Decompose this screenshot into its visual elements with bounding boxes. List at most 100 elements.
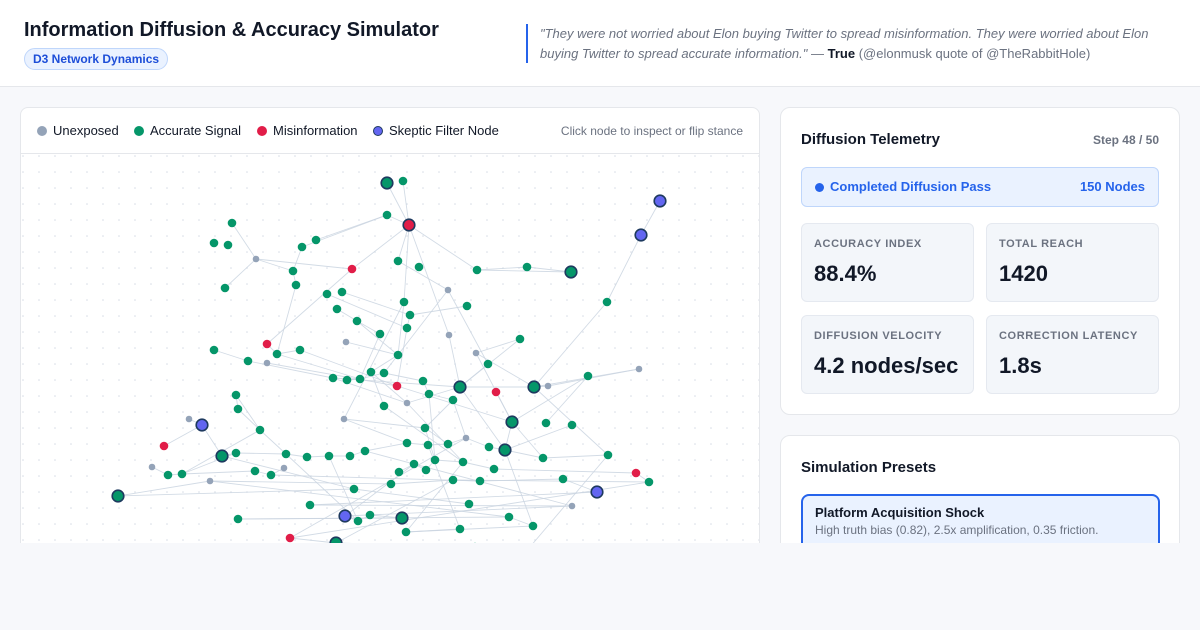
node-unexposed[interactable] xyxy=(340,415,348,423)
node-accurate[interactable] xyxy=(484,442,494,452)
node-unexposed[interactable] xyxy=(635,365,643,373)
node-skeptic[interactable] xyxy=(653,194,667,208)
node-accurate[interactable] xyxy=(382,210,392,220)
node-accurate[interactable] xyxy=(430,455,440,465)
node-hub-accurate[interactable] xyxy=(453,380,467,394)
node-misinformation[interactable] xyxy=(285,533,295,543)
node-accurate[interactable] xyxy=(583,371,593,381)
node-accurate[interactable] xyxy=(233,514,243,524)
node-accurate[interactable] xyxy=(209,238,219,248)
node-accurate[interactable] xyxy=(163,470,173,480)
node-hub-accurate[interactable] xyxy=(527,380,541,394)
node-accurate[interactable] xyxy=(448,395,458,405)
node-misinformation[interactable] xyxy=(159,441,169,451)
node-accurate[interactable] xyxy=(311,235,321,245)
node-hub-misinformation[interactable] xyxy=(402,218,416,232)
node-unexposed[interactable] xyxy=(206,477,214,485)
node-unexposed[interactable] xyxy=(148,463,156,471)
node-accurate[interactable] xyxy=(558,474,568,484)
node-unexposed[interactable] xyxy=(252,255,260,263)
node-accurate[interactable] xyxy=(399,297,409,307)
node-unexposed[interactable] xyxy=(544,382,552,390)
node-accurate[interactable] xyxy=(541,418,551,428)
node-accurate[interactable] xyxy=(528,521,538,531)
node-misinformation[interactable] xyxy=(631,468,641,478)
node-misinformation[interactable] xyxy=(262,339,272,349)
node-accurate[interactable] xyxy=(337,287,347,297)
node-accurate[interactable] xyxy=(233,404,243,414)
node-accurate[interactable] xyxy=(288,266,298,276)
node-accurate[interactable] xyxy=(322,289,332,299)
node-unexposed[interactable] xyxy=(342,338,350,346)
node-accurate[interactable] xyxy=(324,451,334,461)
node-accurate[interactable] xyxy=(345,451,355,461)
node-accurate[interactable] xyxy=(223,240,233,250)
node-accurate[interactable] xyxy=(464,499,474,509)
node-accurate[interactable] xyxy=(231,448,241,458)
node-accurate[interactable] xyxy=(291,280,301,290)
node-accurate[interactable] xyxy=(394,467,404,477)
node-accurate[interactable] xyxy=(414,262,424,272)
node-accurate[interactable] xyxy=(393,350,403,360)
node-accurate[interactable] xyxy=(462,301,472,311)
node-accurate[interactable] xyxy=(602,297,612,307)
node-accurate[interactable] xyxy=(266,470,276,480)
node-accurate[interactable] xyxy=(522,262,532,272)
node-accurate[interactable] xyxy=(504,512,514,522)
node-accurate[interactable] xyxy=(332,304,342,314)
node-skeptic[interactable] xyxy=(590,485,604,499)
node-accurate[interactable] xyxy=(567,420,577,430)
node-accurate[interactable] xyxy=(349,484,359,494)
node-skeptic[interactable] xyxy=(338,509,352,523)
node-accurate[interactable] xyxy=(538,453,548,463)
node-unexposed[interactable] xyxy=(280,464,288,472)
node-accurate[interactable] xyxy=(305,500,315,510)
node-skeptic[interactable] xyxy=(195,418,209,432)
node-accurate[interactable] xyxy=(409,459,419,469)
node-accurate[interactable] xyxy=(644,477,654,487)
node-accurate[interactable] xyxy=(220,283,230,293)
node-accurate[interactable] xyxy=(443,439,453,449)
node-accurate[interactable] xyxy=(398,176,408,186)
node-accurate[interactable] xyxy=(603,450,613,460)
node-hub-accurate[interactable] xyxy=(380,176,394,190)
node-accurate[interactable] xyxy=(177,469,187,479)
node-accurate[interactable] xyxy=(355,374,365,384)
node-accurate[interactable] xyxy=(405,310,415,320)
node-hub-accurate[interactable] xyxy=(564,265,578,279)
node-accurate[interactable] xyxy=(342,375,352,385)
node-accurate[interactable] xyxy=(281,449,291,459)
node-accurate[interactable] xyxy=(328,373,338,383)
node-unexposed[interactable] xyxy=(263,359,271,367)
node-accurate[interactable] xyxy=(365,510,375,520)
node-misinformation[interactable] xyxy=(392,381,402,391)
node-accurate[interactable] xyxy=(243,356,253,366)
node-accurate[interactable] xyxy=(421,465,431,475)
node-accurate[interactable] xyxy=(475,476,485,486)
node-accurate[interactable] xyxy=(418,376,428,386)
node-unexposed[interactable] xyxy=(445,331,453,339)
node-accurate[interactable] xyxy=(420,423,430,433)
node-accurate[interactable] xyxy=(353,516,363,526)
node-accurate[interactable] xyxy=(297,242,307,252)
node-hub-accurate[interactable] xyxy=(215,449,229,463)
node-accurate[interactable] xyxy=(272,349,282,359)
node-accurate[interactable] xyxy=(250,466,260,476)
node-accurate[interactable] xyxy=(458,457,468,467)
node-accurate[interactable] xyxy=(386,479,396,489)
node-accurate[interactable] xyxy=(255,425,265,435)
node-accurate[interactable] xyxy=(483,359,493,369)
node-unexposed[interactable] xyxy=(568,502,576,510)
node-accurate[interactable] xyxy=(366,367,376,377)
node-skeptic[interactable] xyxy=(634,228,648,242)
node-unexposed[interactable] xyxy=(185,415,193,423)
node-accurate[interactable] xyxy=(352,316,362,326)
node-accurate[interactable] xyxy=(472,265,482,275)
node-unexposed[interactable] xyxy=(472,349,480,357)
node-accurate[interactable] xyxy=(455,524,465,534)
node-accurate[interactable] xyxy=(489,464,499,474)
node-accurate[interactable] xyxy=(379,368,389,378)
node-accurate[interactable] xyxy=(231,390,241,400)
node-accurate[interactable] xyxy=(295,345,305,355)
node-accurate[interactable] xyxy=(515,334,525,344)
